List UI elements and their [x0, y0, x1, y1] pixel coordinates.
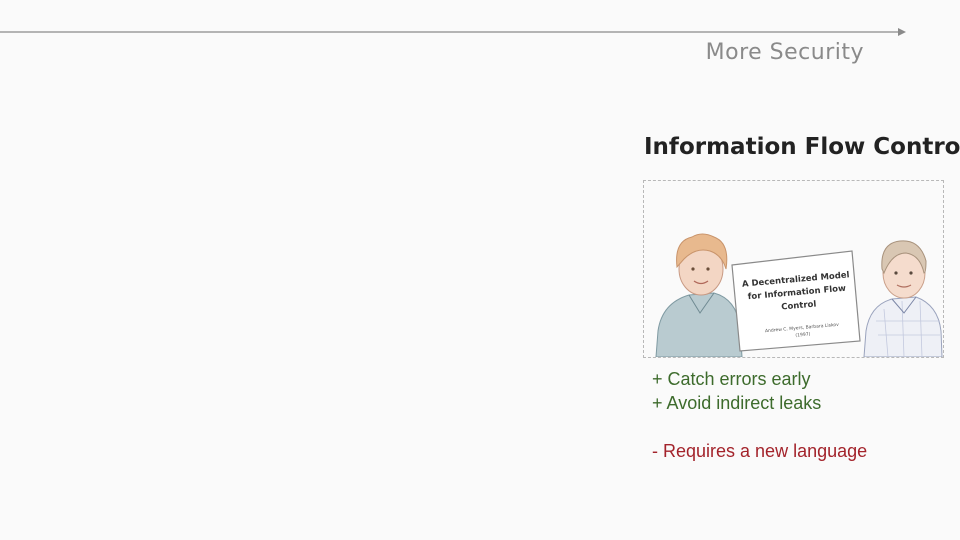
- pros-cons-list: + Catch errors early + Avoid indirect le…: [652, 367, 952, 463]
- security-axis-arrow: [0, 28, 906, 36]
- paper-document: A Decentralized Model for Information Fl…: [731, 250, 861, 352]
- pro-item: + Catch errors early: [652, 369, 811, 389]
- man-illustration: [863, 240, 943, 357]
- section-title: Information Flow Control: [644, 134, 960, 160]
- woman-illustration: [655, 233, 743, 357]
- axis-label: More Security: [705, 40, 864, 65]
- paper-illustration: A Decentralized Model for Information Fl…: [643, 180, 944, 358]
- slide: More Security Information Flow Control A…: [0, 0, 960, 540]
- pro-item: + Avoid indirect leaks: [652, 393, 822, 413]
- con-item: - Requires a new language: [652, 441, 868, 461]
